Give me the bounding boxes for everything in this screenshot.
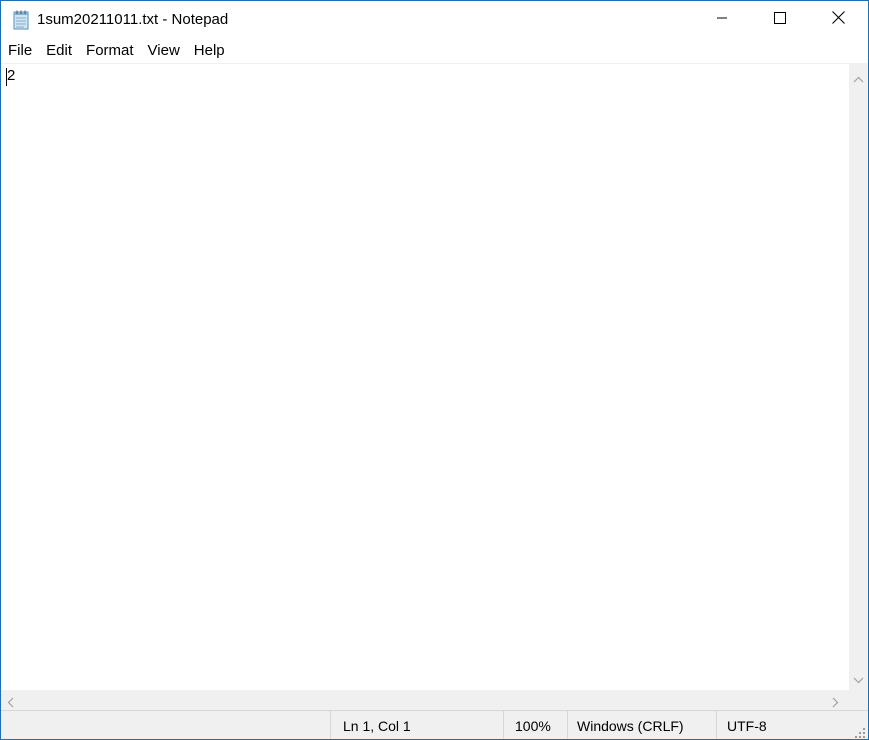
window-title: 1sum20211011.txt - Notepad — [37, 11, 229, 28]
text-caret — [6, 68, 7, 86]
maximize-button[interactable] — [751, 1, 809, 39]
text-editor[interactable]: 2 — [1, 63, 849, 691]
maximize-icon — [774, 11, 786, 29]
horizontal-scrollbar[interactable] — [1, 690, 849, 710]
menu-edit[interactable]: Edit — [39, 39, 79, 63]
status-cursor-position: Ln 1, Col 1 — [330, 711, 503, 739]
menu-help[interactable]: Help — [187, 39, 232, 63]
title-bar[interactable]: 1sum20211011.txt - Notepad — [1, 1, 868, 39]
status-encoding: UTF-8 — [716, 711, 868, 739]
status-line-endings: Windows (CRLF) — [567, 711, 716, 739]
minimize-icon — [716, 11, 728, 29]
menu-file[interactable]: File — [1, 39, 39, 63]
menu-bar: File Edit Format View Help — [1, 39, 868, 63]
scroll-up-icon[interactable] — [853, 70, 864, 88]
editor-content[interactable]: 2 — [7, 67, 15, 84]
vertical-scrollbar[interactable] — [849, 63, 868, 690]
resize-grip-icon[interactable] — [854, 726, 866, 738]
close-button[interactable] — [809, 1, 867, 39]
scrollbar-corner — [849, 690, 868, 710]
status-bar: Ln 1, Col 1 100% Windows (CRLF) UTF-8 — [1, 710, 868, 739]
notepad-window: 1sum20211011.txt - Notepad File Edit For… — [0, 0, 869, 740]
minimize-button[interactable] — [693, 1, 751, 39]
status-zoom: 100% — [503, 711, 567, 739]
menu-format[interactable]: Format — [79, 39, 141, 63]
scroll-down-icon[interactable] — [853, 671, 864, 689]
close-icon — [831, 11, 845, 29]
notepad-icon[interactable] — [12, 10, 30, 30]
menu-view[interactable]: View — [141, 39, 187, 63]
